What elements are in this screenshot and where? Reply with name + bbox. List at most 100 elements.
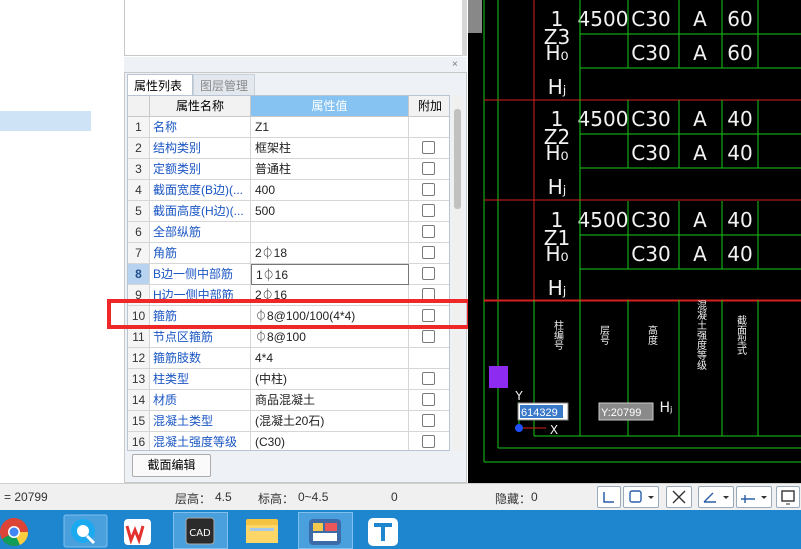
row-number[interactable]: 12 <box>128 348 150 369</box>
table-row[interactable]: 12 箍筋肢数 4*4 <box>128 348 449 369</box>
property-value[interactable]: ⏀8@100 <box>251 327 409 348</box>
property-name[interactable]: 柱类型 <box>150 369 251 390</box>
property-name[interactable]: 箍筋 <box>150 306 251 327</box>
table-row[interactable]: 11 节点区箍筋 ⏀8@100 <box>128 327 449 348</box>
tab-property-list[interactable]: 属性列表 <box>127 74 193 96</box>
property-name[interactable]: 材质 <box>150 390 251 411</box>
table-row[interactable]: 2 结构类别 框架柱 <box>128 138 449 159</box>
property-value[interactable]: 1⏀16 <box>251 264 409 285</box>
property-name[interactable]: 结构类别 <box>150 138 251 159</box>
row-number[interactable]: 1 <box>128 117 150 138</box>
property-name[interactable]: 节点区箍筋 <box>150 327 251 348</box>
shape-dropdown-button[interactable] <box>623 486 659 508</box>
property-name[interactable]: 名称 <box>150 117 251 138</box>
angle-dropdown-button[interactable] <box>698 486 734 508</box>
table-row[interactable]: 4 截面宽度(B边)(... 400 <box>128 180 449 201</box>
property-name[interactable]: 定额类别 <box>150 159 251 180</box>
header-property-name[interactable]: 属性名称 <box>150 96 251 117</box>
row-number[interactable]: 5 <box>128 201 150 222</box>
attach-checkbox[interactable] <box>422 204 435 217</box>
attach-checkbox[interactable] <box>422 330 435 343</box>
property-value[interactable]: (C30) <box>251 432 409 450</box>
attach-checkbox[interactable] <box>422 435 435 448</box>
attach-checkbox[interactable] <box>422 246 435 259</box>
rect-select-button[interactable] <box>597 486 621 508</box>
table-row[interactable]: 8 B边一侧中部筋 1⏀16 <box>128 264 449 285</box>
property-value[interactable]: 2⏀16 <box>251 285 409 306</box>
property-name[interactable]: 混凝土强度等级 <box>150 432 251 450</box>
property-value[interactable]: 商品混凝土 <box>251 390 409 411</box>
table-row[interactable]: 7 角筋 2⏀18 <box>128 243 449 264</box>
taskbar-browser[interactable] <box>58 512 113 549</box>
attach-checkbox[interactable] <box>422 372 435 385</box>
table-row[interactable]: 10 箍筋 ⏀8@100/100(4*4) <box>128 306 449 327</box>
property-name[interactable]: 箍筋肢数 <box>150 348 251 369</box>
taskbar-cad[interactable]: CAD <box>173 512 228 549</box>
cad-canvas[interactable]: 1 4500 C30 A 60 H₀ C30 A 60 Hⱼ Z3 1 4500 C30 A 40 H₀ C30 A… <box>468 0 801 483</box>
property-name[interactable]: 全部纵筋 <box>150 222 251 243</box>
cross-select-button[interactable] <box>666 486 692 508</box>
property-value[interactable] <box>251 222 409 243</box>
taskbar-file-explorer[interactable] <box>236 512 291 549</box>
table-row[interactable]: 5 截面高度(H边)(... 500 <box>128 201 449 222</box>
header-property-value[interactable]: 属性值 <box>251 96 409 117</box>
property-name[interactable]: 混凝土类型 <box>150 411 251 432</box>
close-icon[interactable]: × <box>452 59 458 70</box>
row-number[interactable]: 6 <box>128 222 150 243</box>
property-value[interactable]: 框架柱 <box>251 138 409 159</box>
table-row[interactable]: 15 混凝土类型 (混凝土20石) <box>128 411 449 432</box>
offset-dropdown-button[interactable] <box>736 486 772 508</box>
property-name[interactable]: 角筋 <box>150 243 251 264</box>
taskbar-wps[interactable] <box>114 512 169 549</box>
display-button[interactable] <box>776 486 800 508</box>
row-number[interactable]: 3 <box>128 159 150 180</box>
row-number[interactable]: 4 <box>128 180 150 201</box>
header-attach[interactable]: 附加 <box>409 96 449 117</box>
attach-checkbox[interactable] <box>422 309 435 322</box>
top-panel-scrollbar[interactable] <box>462 0 467 56</box>
property-value[interactable]: ⏀8@100/100(4*4) <box>251 306 409 327</box>
property-value[interactable]: (混凝土20石) <box>251 411 409 432</box>
taskbar-chrome[interactable] <box>0 512 55 549</box>
table-row[interactable]: 6 全部纵筋 <box>128 222 449 243</box>
row-number[interactable]: 13 <box>128 369 150 390</box>
table-row[interactable]: 9 H边一侧中部筋 2⏀16 <box>128 285 449 306</box>
table-row[interactable]: 3 定额类别 普通柱 <box>128 159 449 180</box>
attach-checkbox[interactable] <box>422 141 435 154</box>
section-edit-button[interactable]: 截面编辑 <box>132 454 211 477</box>
row-number[interactable]: 2 <box>128 138 150 159</box>
property-name[interactable]: 截面高度(H边)(... <box>150 201 251 222</box>
table-row[interactable]: 13 柱类型 (中柱) <box>128 369 449 390</box>
property-name[interactable]: H边一侧中部筋 <box>150 285 251 306</box>
row-number[interactable]: 15 <box>128 411 150 432</box>
attach-checkbox[interactable] <box>422 267 435 280</box>
attach-checkbox[interactable] <box>422 162 435 175</box>
tab-layer-management[interactable]: 图层管理 <box>193 74 255 96</box>
attach-checkbox[interactable] <box>422 183 435 196</box>
property-value[interactable]: Z1 <box>251 117 409 138</box>
attach-checkbox[interactable] <box>422 393 435 406</box>
property-value[interactable]: 400 <box>251 180 409 201</box>
table-row[interactable]: 1 名称 Z1 <box>128 117 449 138</box>
property-value[interactable]: 500 <box>251 201 409 222</box>
property-name[interactable]: B边一侧中部筋 <box>150 264 251 285</box>
row-number[interactable]: 10 <box>128 306 150 327</box>
row-number[interactable]: 9 <box>128 285 150 306</box>
row-number[interactable]: 11 <box>128 327 150 348</box>
attach-checkbox[interactable] <box>422 225 435 238</box>
attach-checkbox[interactable] <box>422 288 435 301</box>
table-row[interactable]: 16 混凝土强度等级 (C30) <box>128 432 449 450</box>
property-value[interactable]: 普通柱 <box>251 159 409 180</box>
row-number[interactable]: 8 <box>128 264 150 285</box>
property-value[interactable]: 4*4 <box>251 348 409 369</box>
attach-checkbox[interactable] <box>422 414 435 427</box>
row-number[interactable]: 7 <box>128 243 150 264</box>
row-number[interactable]: 16 <box>128 432 150 450</box>
taskbar-app[interactable] <box>298 512 353 549</box>
row-number[interactable]: 14 <box>128 390 150 411</box>
table-row[interactable]: 14 材质 商品混凝土 <box>128 390 449 411</box>
taskbar-text-app[interactable] <box>358 512 413 549</box>
property-value[interactable]: 2⏀18 <box>251 243 409 264</box>
property-value[interactable]: (中柱) <box>251 369 409 390</box>
left-tree-selected-item[interactable] <box>0 111 91 131</box>
